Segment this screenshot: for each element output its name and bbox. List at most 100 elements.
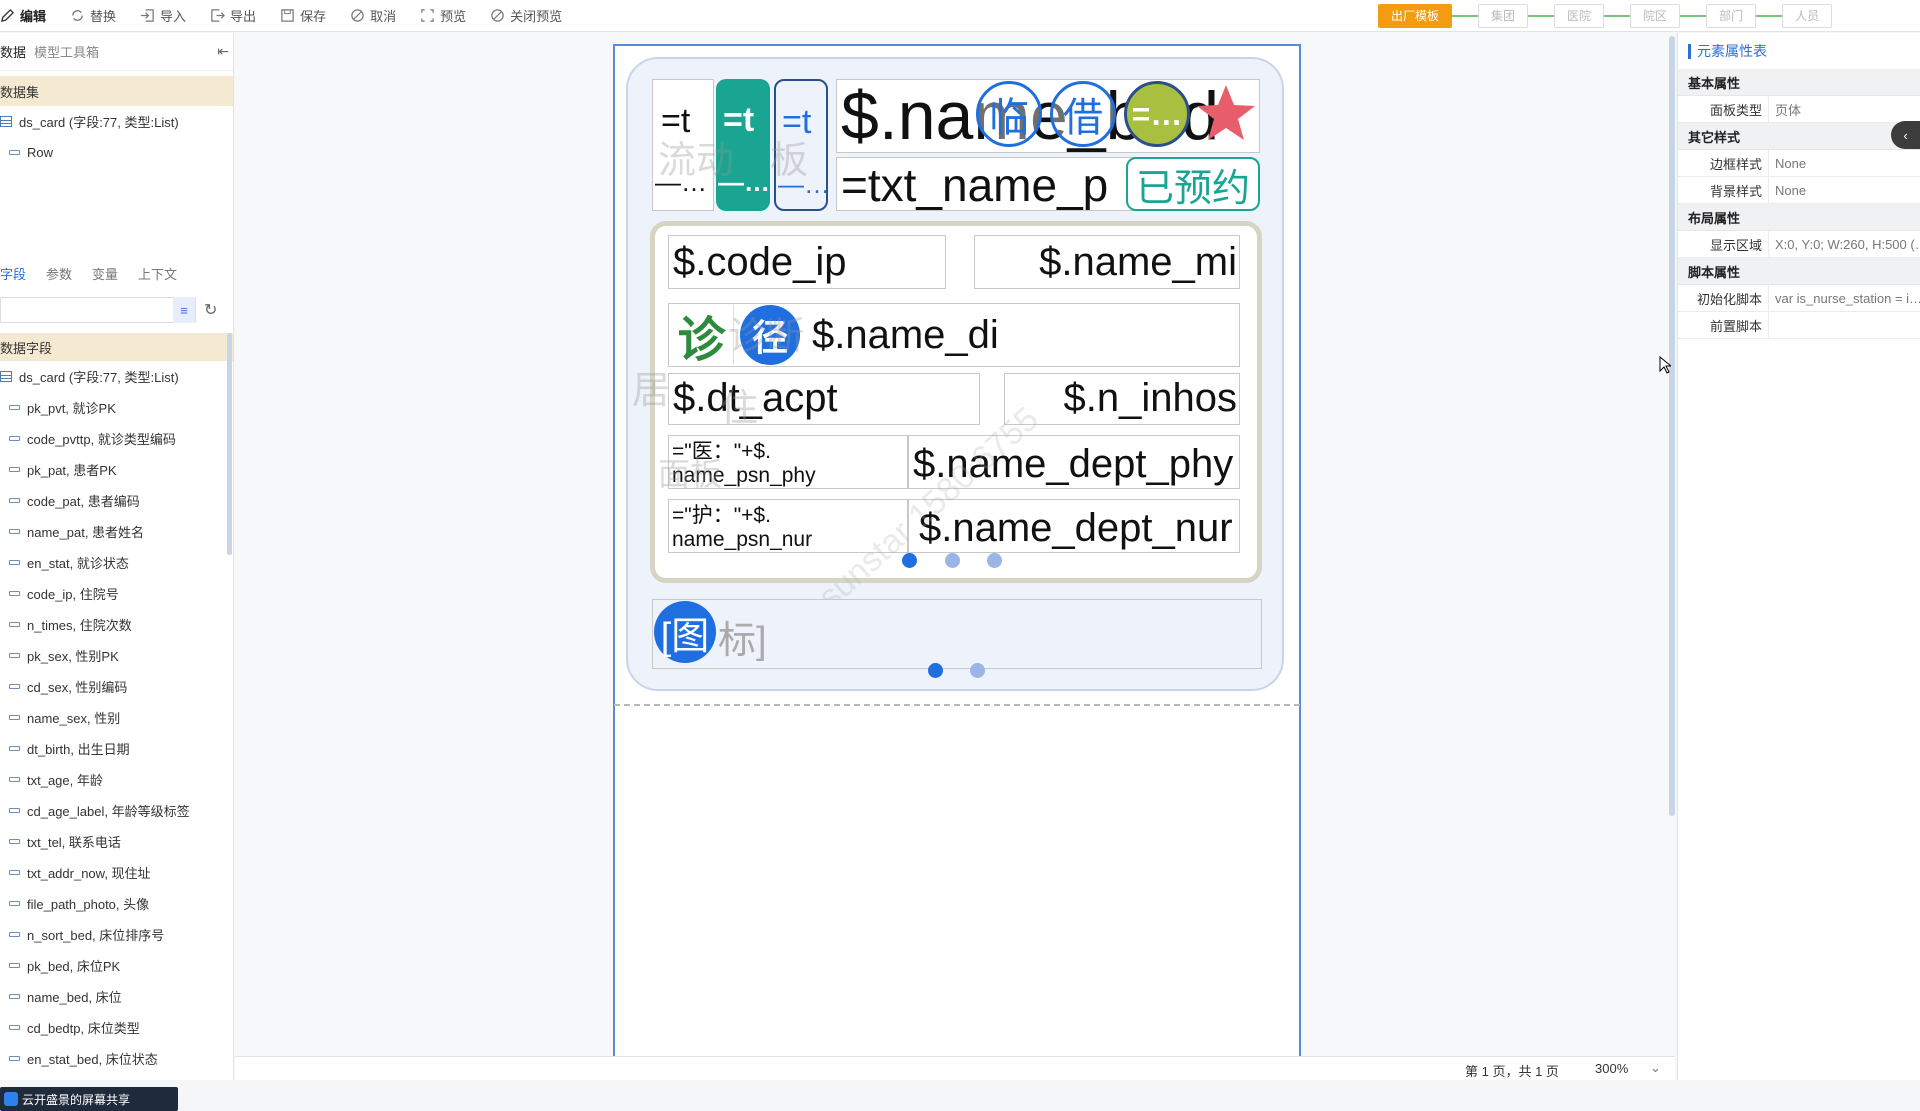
property-row[interactable]: 显示区域 X:0, Y:0; W:260, H:500 (… [1678, 231, 1920, 258]
expr-cell-1[interactable]: =t —… [652, 79, 714, 211]
field-item[interactable]: cd_bedtp, 床位类型 [0, 1012, 233, 1043]
nurse-expr-cell[interactable]: ="护："+$. name_psn_nur [668, 499, 908, 553]
cancel-button[interactable]: 取消 [338, 0, 408, 32]
dataset-node[interactable]: ds_card (字段:77, 类型:List) [0, 106, 233, 137]
teal-expr-badge[interactable]: =t —… [716, 79, 770, 211]
export-button[interactable]: 导出 [198, 0, 268, 32]
field-item[interactable]: name_sex, 性别 [0, 702, 233, 733]
field-item[interactable]: en_stat, 就诊状态 [0, 547, 233, 578]
carousel-dot[interactable] [945, 553, 960, 568]
field-item[interactable]: n_sort_bed, 床位排序号 [0, 919, 233, 950]
tab-data[interactable]: 数据 [0, 42, 26, 61]
property-value[interactable] [1769, 312, 1920, 338]
field-item[interactable]: code_pat, 患者编码 [0, 485, 233, 516]
patient-card[interactable]: =t —… =t —… =t —… $.name_bed 临 借 =… =txt… [626, 57, 1284, 691]
field-item[interactable]: en_stat_bed, 床位状态 [0, 1043, 233, 1074]
edit-button[interactable]: 编辑 [0, 0, 58, 32]
field-item[interactable]: txt_tel, 联系电话 [0, 826, 233, 857]
replace-button[interactable]: 替换 [58, 0, 128, 32]
property-group-header[interactable]: 基本属性 [1678, 69, 1920, 96]
field-item-label: txt_tel, 联系电话 [27, 835, 121, 850]
field-item[interactable]: txt_addr_now, 现住址 [0, 857, 233, 888]
property-value[interactable]: X:0, Y:0; W:260, H:500 (… [1769, 231, 1920, 257]
doctor-expr-cell[interactable]: ="医："+$. name_psn_phy [668, 435, 908, 489]
field-item[interactable]: cd_age_label, 年龄等级标签 [0, 795, 233, 826]
star-icon[interactable] [1194, 81, 1258, 145]
export-icon [210, 8, 225, 23]
field-item[interactable]: pk_pat, 患者PK [0, 454, 233, 485]
save-button[interactable]: 保存 [268, 0, 338, 32]
temp-badge[interactable]: 临 [976, 81, 1042, 147]
page-break-line [614, 704, 1300, 706]
filter-icon[interactable]: ≡ [173, 297, 195, 323]
borrow-badge[interactable]: 借 [1050, 81, 1116, 147]
field-item[interactable]: name_pat, 患者姓名 [0, 516, 233, 547]
pathway-badge[interactable]: 径 [740, 305, 800, 365]
subtab-variables[interactable]: 变量 [92, 264, 118, 283]
field-search-input[interactable] [0, 297, 196, 323]
field-item[interactable]: txt_age, 年龄 [0, 764, 233, 795]
close-preview-button[interactable]: 关闭预览 [478, 0, 574, 32]
property-group-header[interactable]: 布局属性 [1678, 204, 1920, 231]
level-hospital[interactable]: 医院 [1554, 3, 1605, 28]
field-icon [9, 715, 20, 720]
subtab-fields[interactable]: 字段 [0, 264, 26, 283]
field-item[interactable]: code_ip, 住院号 [0, 578, 233, 609]
field-item[interactable]: n_times, 住院次数 [0, 609, 233, 640]
level-department[interactable]: 部门 [1706, 3, 1757, 28]
image-placeholder-badge[interactable]: [图 [654, 601, 716, 663]
dept-phy-cell[interactable]: $.name_dept_phy [908, 435, 1240, 489]
zoom-level[interactable]: 300% [1595, 1061, 1628, 1076]
field-item[interactable]: pk_pvt, 就诊PK [0, 392, 233, 423]
carousel-dot[interactable] [970, 663, 985, 678]
carousel-dot-active[interactable] [902, 553, 917, 568]
import-button[interactable]: 导入 [128, 0, 198, 32]
property-row[interactable]: 面板类型 页体 [1678, 96, 1920, 123]
dataset-row-node[interactable]: Row [0, 137, 233, 168]
n-inhos-cell[interactable]: $.n_inhos [1004, 373, 1240, 425]
level-expr-badge[interactable]: =… [1124, 81, 1190, 147]
subtab-params[interactable]: 参数 [46, 264, 72, 283]
collapse-right-panel-icon[interactable]: ‹ [1891, 121, 1920, 149]
refresh-icon[interactable]: ↻ [204, 300, 222, 320]
property-row[interactable]: 边框样式 None [1678, 150, 1920, 177]
property-group-header[interactable]: 脚本属性 [1678, 258, 1920, 285]
property-value[interactable]: var is_nurse_station = i… [1769, 285, 1920, 311]
property-value[interactable]: 页体 [1769, 96, 1920, 122]
code-ip-cell[interactable]: $.code_ip [668, 235, 946, 289]
property-row[interactable]: 背景样式 None [1678, 177, 1920, 204]
collapse-panel-icon[interactable]: ⇤ [217, 43, 229, 60]
property-row[interactable]: 前置脚本 [1678, 312, 1920, 339]
field-item[interactable]: dt_birth, 出生日期 [0, 733, 233, 764]
dept-nur-cell[interactable]: $.name_dept_nur [908, 499, 1240, 553]
property-value[interactable]: None [1769, 150, 1920, 176]
reserved-badge[interactable]: 已预约 [1126, 157, 1260, 211]
preview-button[interactable]: 预览 [408, 0, 478, 32]
field-item[interactable]: code_pvttp, 就诊类型编码 [0, 423, 233, 454]
dt-acpt-cell[interactable]: $.dt_acpt [668, 373, 980, 425]
property-group-header[interactable]: 其它样式 [1678, 123, 1920, 150]
carousel-dot-active[interactable] [928, 663, 943, 678]
property-row[interactable]: 初始化脚本 var is_nurse_station = i… [1678, 285, 1920, 312]
carousel-dot[interactable] [987, 553, 1002, 568]
level-campus[interactable]: 院区 [1630, 3, 1681, 28]
chevron-down-icon[interactable]: ⌄ [1650, 1060, 1661, 1076]
level-factory-template[interactable]: 出厂模板 [1378, 3, 1453, 28]
level-group[interactable]: 集团 [1478, 3, 1529, 28]
subtab-context[interactable]: 上下文 [138, 264, 177, 283]
outlined-expr-badge[interactable]: =t —… [774, 79, 828, 211]
name-mi-cell[interactable]: $.name_mi [974, 235, 1240, 289]
patient-name-cell[interactable]: =txt_name_p [836, 157, 1136, 211]
canvas-scrollbar[interactable] [1669, 36, 1675, 816]
field-item[interactable]: pk_bed, 床位PK [0, 950, 233, 981]
properties-title: 元素属性表 [1678, 33, 1920, 69]
field-item[interactable]: cd_sex, 性别编码 [0, 671, 233, 702]
left-scrollbar[interactable] [227, 333, 232, 555]
fields-root-node[interactable]: ds_card (字段:77, 类型:List) [0, 361, 233, 392]
field-item[interactable]: name_bed, 床位 [0, 981, 233, 1012]
property-value[interactable]: None [1769, 177, 1920, 203]
field-item[interactable]: pk_sex, 性别PK [0, 640, 233, 671]
level-person[interactable]: 人员 [1782, 3, 1833, 28]
tab-toolbox[interactable]: 模型工具箱 [34, 42, 99, 61]
field-item[interactable]: file_path_photo, 头像 [0, 888, 233, 919]
